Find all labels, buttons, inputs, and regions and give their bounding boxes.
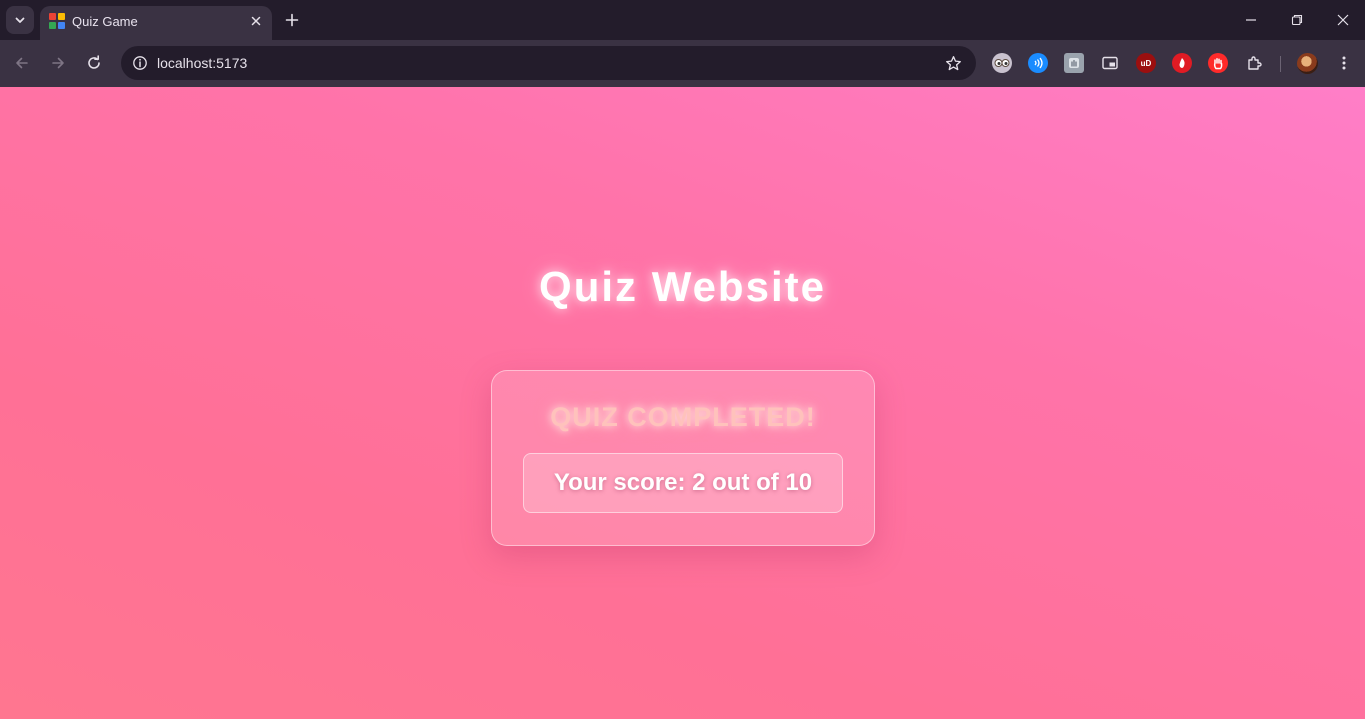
- forward-button[interactable]: [44, 49, 72, 77]
- bookmark-button[interactable]: [942, 52, 964, 74]
- favicon-cell: [49, 22, 56, 29]
- quiz-page: Quiz Website QUIZ COMPLETED! Your score:…: [0, 87, 1365, 719]
- hand-icon: [1213, 57, 1223, 69]
- back-button[interactable]: [8, 49, 36, 77]
- quiz-completed-heading: QUIZ COMPLETED!: [550, 402, 816, 432]
- arrow-left-icon: [16, 57, 28, 69]
- browser-menu-button[interactable]: [1334, 53, 1354, 73]
- url-text[interactable]: localhost:5173: [157, 55, 247, 71]
- tab-title: Quiz Game: [72, 14, 138, 29]
- pip-icon: [1102, 56, 1118, 70]
- address-bar[interactable]: localhost:5173: [121, 46, 976, 80]
- sound-waves-icon: [1034, 57, 1043, 69]
- picture-in-picture-extension-icon[interactable]: [1100, 53, 1120, 73]
- more-vertical-icon: [1342, 56, 1346, 70]
- tab-search-button[interactable]: [6, 6, 34, 34]
- chevron-down-icon: [15, 17, 25, 23]
- tab-strip: Quiz Game: [0, 0, 1365, 40]
- arrow-right-icon: [52, 57, 64, 69]
- info-icon: [133, 56, 147, 70]
- page-title: Quiz Website: [539, 263, 826, 310]
- tab-close-button[interactable]: [246, 11, 266, 31]
- quiz-result-card: QUIZ COMPLETED! Your score: 2 out of 10: [491, 370, 875, 546]
- ublock-origin-extension-icon[interactable]: uD: [1136, 53, 1156, 73]
- eyes-icon: [994, 59, 1010, 67]
- restore-icon: [1291, 14, 1303, 26]
- favicon-cell: [49, 13, 56, 20]
- audio-extension-icon[interactable]: [1028, 53, 1048, 73]
- hand-stop-extension-icon[interactable]: [1208, 53, 1228, 73]
- minimize-button[interactable]: [1228, 0, 1274, 40]
- extensions-menu-button[interactable]: [1244, 53, 1264, 73]
- site-info-button[interactable]: [128, 51, 152, 75]
- puzzle-piece-icon: [1248, 56, 1262, 70]
- tab-quiz-game[interactable]: Quiz Game: [40, 6, 272, 40]
- reload-icon: [88, 55, 100, 69]
- score-box: Your score: 2 out of 10: [523, 453, 843, 513]
- close-icon: [1337, 14, 1349, 26]
- reload-button[interactable]: [80, 49, 108, 77]
- profile-avatar[interactable]: [1297, 53, 1318, 74]
- plus-icon: [285, 13, 299, 27]
- hand-tile-icon: [1069, 58, 1079, 68]
- score-text: Your score: 2 out of 10: [553, 469, 813, 496]
- flame-icon: [1179, 58, 1185, 68]
- close-icon: [251, 16, 261, 26]
- restore-button[interactable]: [1274, 0, 1320, 40]
- favicon-cell: [58, 13, 65, 20]
- quiz-favicon-icon: [49, 13, 65, 29]
- favicon-cell: [58, 22, 65, 29]
- toolbar-divider: [1280, 56, 1281, 72]
- puzzle-tile-extension-icon[interactable]: [1064, 53, 1084, 73]
- window-close-button[interactable]: [1320, 0, 1365, 40]
- new-tab-button[interactable]: [280, 8, 304, 32]
- red-extension-icon[interactable]: [1172, 53, 1192, 73]
- browser-toolbar: localhost:5173 uD 5: [0, 40, 1365, 116]
- eyes-extension-icon[interactable]: [992, 53, 1012, 73]
- star-icon: [945, 55, 961, 70]
- minimize-icon: [1246, 19, 1256, 21]
- ublock-label: uD: [1140, 58, 1152, 68]
